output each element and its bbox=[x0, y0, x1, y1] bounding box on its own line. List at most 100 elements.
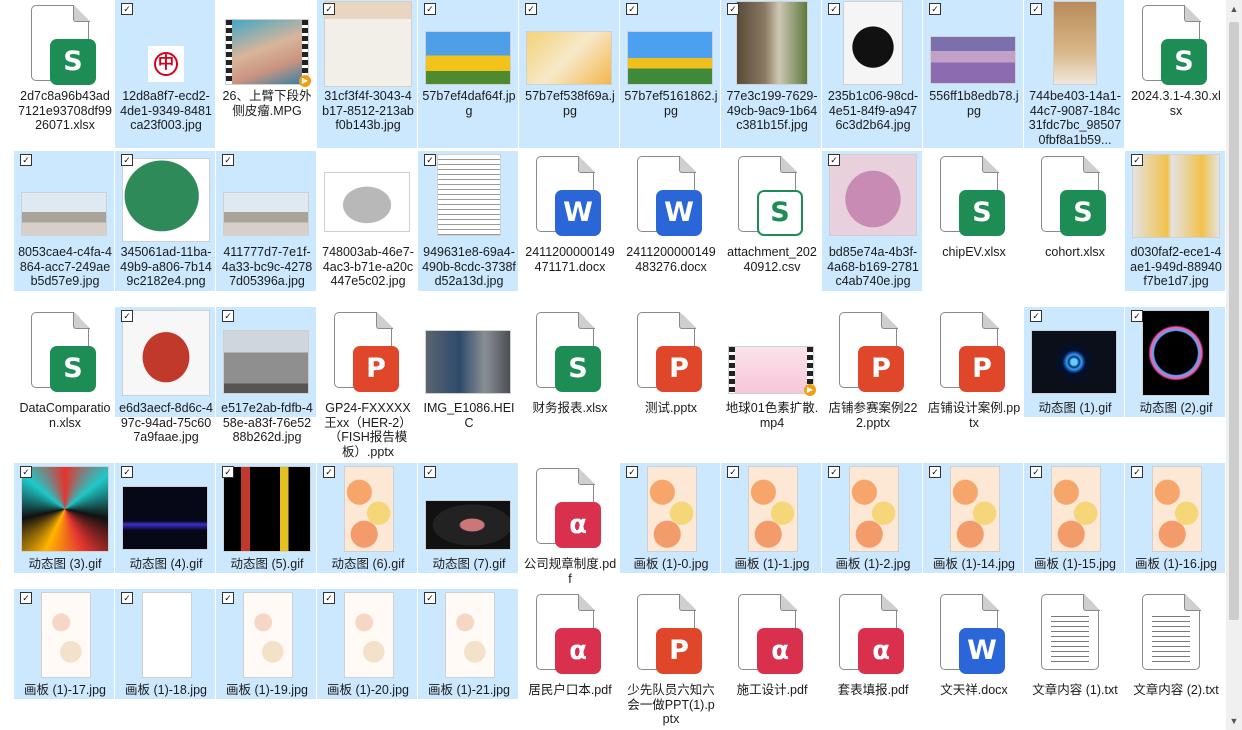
checkbox-checked-icon[interactable]: ✓ bbox=[828, 466, 840, 478]
csv-file-icon: S bbox=[722, 152, 822, 247]
scrollbar-thumb[interactable] bbox=[1229, 22, 1239, 620]
file-item-48[interactable]: ✓ 画板 (1)-16.jpg bbox=[1125, 463, 1225, 573]
file-item-41[interactable]: ✓ 动态图 (7).gif bbox=[418, 463, 518, 573]
file-item-8[interactable]: ✓ 77e3c199-7629-49cb-9ac9-1b64c381b15f.jp… bbox=[721, 0, 821, 148]
checkbox-checked-icon[interactable]: ✓ bbox=[424, 592, 436, 604]
checkbox-checked-icon[interactable]: ✓ bbox=[121, 310, 133, 322]
file-item-32[interactable]: ▶ 地球01色素扩散.mp4 bbox=[721, 307, 821, 430]
file-item-58[interactable]: W 文天祥.docx bbox=[923, 589, 1023, 699]
file-item-12[interactable]: S 2024.3.1-4.30.xlsx bbox=[1125, 0, 1225, 148]
checkbox-checked-icon[interactable]: ✓ bbox=[1030, 3, 1042, 15]
scroll-down-arrow-icon[interactable]: ▼ bbox=[1229, 716, 1239, 726]
checkbox-checked-icon[interactable]: ✓ bbox=[828, 3, 840, 15]
scroll-up-arrow-icon[interactable]: ▲ bbox=[1229, 4, 1239, 14]
file-item-40[interactable]: ✓ 动态图 (6).gif bbox=[317, 463, 417, 573]
file-item-49[interactable]: ✓ 画板 (1)-17.jpg bbox=[14, 589, 114, 699]
file-item-11[interactable]: ✓ 744be403-14a1-44c7-9087-184c31fdc7bc_98… bbox=[1024, 0, 1124, 148]
checkbox-checked-icon[interactable]: ✓ bbox=[1030, 310, 1042, 322]
vertical-scrollbar[interactable]: ▲ ▼ bbox=[1226, 0, 1242, 730]
checkbox-checked-icon[interactable]: ✓ bbox=[1131, 466, 1143, 478]
file-item-33[interactable]: P 店铺参赛案例222.pptx bbox=[822, 307, 922, 430]
file-item-36[interactable]: ✓ 动态图 (2).gif bbox=[1125, 307, 1225, 417]
checkbox-checked-icon[interactable]: ✓ bbox=[424, 466, 436, 478]
file-item-2[interactable]: ✓ 中 12d8a8f7-ecd2-4de1-9349-8481ca23f003.j… bbox=[115, 0, 215, 148]
checkbox-checked-icon[interactable]: ✓ bbox=[222, 592, 234, 604]
file-item-9[interactable]: ✓ 235b1c06-98cd-4e51-84f9-a9476c3d2b64.jp… bbox=[822, 0, 922, 148]
file-item-39[interactable]: ✓ 动态图 (5).gif bbox=[216, 463, 316, 573]
file-item-53[interactable]: ✓ 画板 (1)-21.jpg bbox=[418, 589, 518, 699]
file-item-10[interactable]: ✓ 556ff1b8edb78.jpg bbox=[923, 0, 1023, 148]
file-item-26[interactable]: ✓ e6d3aecf-8d6c-497c-94ad-75c607a9faae.jp… bbox=[115, 307, 215, 444]
checkbox-checked-icon[interactable]: ✓ bbox=[20, 466, 32, 478]
file-item-23[interactable]: Scohort.xlsx bbox=[1024, 151, 1124, 291]
file-item-45[interactable]: ✓ 画板 (1)-2.jpg bbox=[822, 463, 922, 573]
file-item-42[interactable]: ⍺ 公司规章制度.pdf bbox=[519, 463, 619, 586]
file-item-54[interactable]: ⍺ 居民户口本.pdf bbox=[519, 589, 619, 699]
checkbox-checked-icon[interactable]: ✓ bbox=[222, 466, 234, 478]
checkbox-checked-icon[interactable]: ✓ bbox=[424, 154, 436, 166]
checkbox-checked-icon[interactable]: ✓ bbox=[121, 154, 133, 166]
file-item-50[interactable]: ✓ 画板 (1)-18.jpg bbox=[115, 589, 215, 699]
file-item-14[interactable]: ✓ 345061ad-11ba-49b9-a806-7b149c2182e4.pn… bbox=[115, 151, 215, 291]
checkbox-checked-icon[interactable]: ✓ bbox=[323, 466, 335, 478]
file-item-28[interactable]: P GP24-FXXXXX王xx（HER-2）（FISH报告模板）.pptx bbox=[317, 307, 417, 459]
file-item-6[interactable]: ✓ 57b7ef538f69a.jpg bbox=[519, 0, 619, 148]
file-item-47[interactable]: ✓ 画板 (1)-15.jpg bbox=[1024, 463, 1124, 573]
file-item-22[interactable]: SchipEV.xlsx bbox=[923, 151, 1023, 291]
file-item-15[interactable]: ✓ 411777d7-7e1f-4a33-bc9c-42787d05396a.jp… bbox=[216, 151, 316, 291]
file-item-29[interactable]: IMG_E1086.HEIC bbox=[418, 307, 518, 430]
file-item-3[interactable]: ▶ 26、上臂下段外侧皮瘤.MPG bbox=[216, 0, 316, 148]
file-item-13[interactable]: ✓ 8053cae4-c4fa-4864-acc7-249aeb5d57e9.jp… bbox=[14, 151, 114, 291]
file-item-17[interactable]: ✓ 949631e8-69a4-490b-8cdc-3738fd52a13d.jp… bbox=[418, 151, 518, 291]
file-item-24[interactable]: ✓ d030faf2-ece1-4ae1-949d-88940f7be1d7.jp… bbox=[1125, 151, 1225, 291]
checkbox-checked-icon[interactable]: ✓ bbox=[929, 466, 941, 478]
checkbox-checked-icon[interactable]: ✓ bbox=[323, 3, 335, 15]
file-item-4[interactable]: ✓ 31cf3f4f-3043-4b17-8512-213abf0b143b.jp… bbox=[317, 0, 417, 148]
file-item-44[interactable]: ✓ 画板 (1)-1.jpg bbox=[721, 463, 821, 573]
file-item-31[interactable]: P 测试.pptx bbox=[620, 307, 720, 417]
file-item-43[interactable]: ✓ 画板 (1)-0.jpg bbox=[620, 463, 720, 573]
file-item-25[interactable]: S DataComparation.xlsx bbox=[14, 307, 114, 430]
checkbox-checked-icon[interactable]: ✓ bbox=[323, 592, 335, 604]
file-item-5[interactable]: ✓ 57b7ef4daf64f.jpg bbox=[418, 0, 518, 148]
file-item-59[interactable]: 文章内容 (1).txt bbox=[1024, 589, 1124, 699]
checkbox-checked-icon[interactable]: ✓ bbox=[727, 3, 739, 15]
checkbox-checked-icon[interactable]: ✓ bbox=[626, 466, 638, 478]
checkbox-checked-icon[interactable]: ✓ bbox=[121, 592, 133, 604]
file-item-21[interactable]: ✓ bd85e74a-4b3f-4a68-b169-2781c4ab740e.jp… bbox=[822, 151, 922, 291]
checkbox-checked-icon[interactable]: ✓ bbox=[424, 3, 436, 15]
file-item-30[interactable]: S 财务报表.xlsx bbox=[519, 307, 619, 417]
file-item-35[interactable]: ✓ 动态图 (1).gif bbox=[1024, 307, 1124, 417]
checkbox-checked-icon[interactable]: ✓ bbox=[20, 154, 32, 166]
file-item-55[interactable]: P 少先队员六知六会一做PPT(1).pptx bbox=[620, 589, 720, 726]
checkbox-checked-icon[interactable]: ✓ bbox=[626, 3, 638, 15]
checkbox-checked-icon[interactable]: ✓ bbox=[20, 592, 32, 604]
file-item-57[interactable]: ⍺ 套表填报.pdf bbox=[822, 589, 922, 699]
file-item-51[interactable]: ✓ 画板 (1)-19.jpg bbox=[216, 589, 316, 699]
file-item-1[interactable]: S 2d7c8a96b43ad7121e93708df9926071.xlsx bbox=[14, 0, 114, 148]
file-item-37[interactable]: ✓ 动态图 (3).gif bbox=[14, 463, 114, 573]
file-item-20[interactable]: Sattachment_20240912.csv bbox=[721, 151, 821, 291]
file-item-38[interactable]: ✓ 动态图 (4).gif bbox=[115, 463, 215, 573]
file-item-60[interactable]: 文章内容 (2).txt bbox=[1125, 589, 1225, 699]
checkbox-checked-icon[interactable]: ✓ bbox=[1131, 154, 1143, 166]
file-item-56[interactable]: ⍺ 施工设计.pdf bbox=[721, 589, 821, 699]
checkbox-checked-icon[interactable]: ✓ bbox=[525, 3, 537, 15]
checkbox-checked-icon[interactable]: ✓ bbox=[222, 154, 234, 166]
checkbox-checked-icon[interactable]: ✓ bbox=[121, 3, 133, 15]
file-item-46[interactable]: ✓ 画板 (1)-14.jpg bbox=[923, 463, 1023, 573]
file-item-19[interactable]: W 2411200000149483276.docx bbox=[620, 151, 720, 291]
file-item-16[interactable]: 748003ab-46e7-4ac3-b71e-a20c447e5c02.jpg bbox=[317, 151, 417, 291]
file-item-18[interactable]: W 2411200000149471171.docx bbox=[519, 151, 619, 291]
file-item-7[interactable]: ✓ 57b7ef5161862.jpg bbox=[620, 0, 720, 148]
checkbox-checked-icon[interactable]: ✓ bbox=[929, 3, 941, 15]
file-item-27[interactable]: ✓ e517e2ab-fdfb-458e-a83f-76e5288b262d.jp… bbox=[216, 307, 316, 444]
file-item-34[interactable]: P 店铺设计案例.pptx bbox=[923, 307, 1023, 430]
checkbox-checked-icon[interactable]: ✓ bbox=[828, 154, 840, 166]
checkbox-checked-icon[interactable]: ✓ bbox=[1131, 310, 1143, 322]
checkbox-checked-icon[interactable]: ✓ bbox=[1030, 466, 1042, 478]
checkbox-checked-icon[interactable]: ✓ bbox=[222, 310, 234, 322]
checkbox-checked-icon[interactable]: ✓ bbox=[727, 466, 739, 478]
file-item-52[interactable]: ✓ 画板 (1)-20.jpg bbox=[317, 589, 417, 699]
checkbox-checked-icon[interactable]: ✓ bbox=[121, 466, 133, 478]
